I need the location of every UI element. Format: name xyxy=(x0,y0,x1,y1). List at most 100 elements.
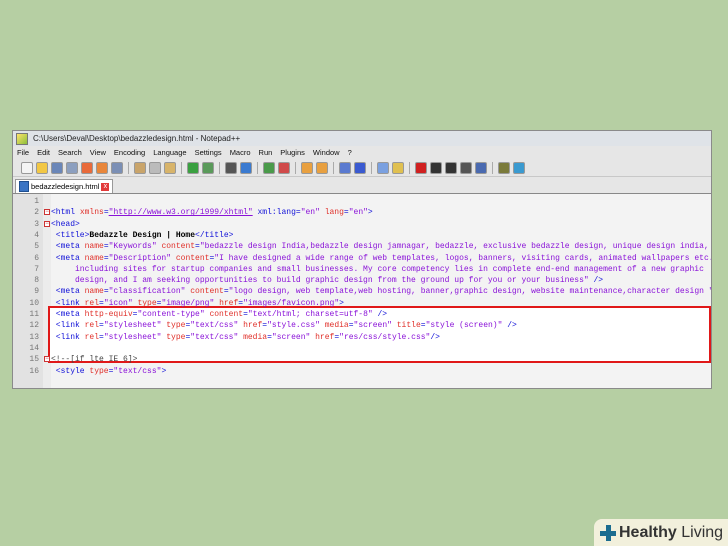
code-line[interactable]: 6 <meta name="Description" content="I ha… xyxy=(13,253,711,264)
app-icon xyxy=(16,132,28,145)
notepadpp-window: C:\Users\Deval\Desktop\bedazzledesign.ht… xyxy=(12,130,712,389)
play-icon[interactable] xyxy=(445,161,457,174)
fold-toggle-icon[interactable]: − xyxy=(44,356,50,363)
toolbar-separator xyxy=(371,161,372,174)
wrap-icon[interactable] xyxy=(339,161,351,174)
code-line[interactable]: 3− <head> xyxy=(13,219,711,230)
token-tag: <html xyxy=(51,208,80,218)
code-text: <meta name="classification" content="log… xyxy=(51,286,711,297)
code-text: <link rel="stylesheet" type="text/css" m… xyxy=(51,332,440,343)
token-tag: <meta xyxy=(51,242,85,252)
logo-bold: Healthy xyxy=(619,523,677,541)
token-tag: <style xyxy=(51,366,90,376)
code-line[interactable]: 7 including sites for startup companies … xyxy=(13,264,711,275)
save-icon[interactable] xyxy=(51,161,63,174)
replace-icon[interactable] xyxy=(240,161,252,174)
print-icon[interactable] xyxy=(111,161,123,174)
launch-browser-icon[interactable] xyxy=(498,161,510,174)
toolbar-separator xyxy=(409,161,410,174)
zoom-out-icon[interactable] xyxy=(278,161,290,174)
code-editor[interactable]: 1 2− <html xmlns="http://www.w3.org/1999/x… xyxy=(13,194,711,388)
code-line[interactable]: 1 xyxy=(13,196,711,207)
copy-icon[interactable] xyxy=(149,161,161,174)
token-txt: Bedazzle Design | Home xyxy=(89,230,196,240)
line-number: 6 xyxy=(34,253,39,263)
paste-icon[interactable] xyxy=(164,161,176,174)
code-line[interactable]: 15− <!--[if lte IE 6]> xyxy=(13,354,711,365)
menu-file[interactable]: File xyxy=(17,148,29,157)
token-val: "images/favicon.png" xyxy=(243,298,340,308)
code-text: design, and I am seeking opportunities t… xyxy=(51,275,603,286)
token-val: "image/png" xyxy=(161,298,215,308)
code-line[interactable]: 4 <title>Bedazzle Design | Home</title> xyxy=(13,230,711,241)
code-line[interactable]: 16 <style type="text/css"> xyxy=(13,366,711,377)
token-tag: /> xyxy=(502,321,517,331)
code-line[interactable]: 5 <meta name="Keywords" content="bedazzl… xyxy=(13,241,711,252)
token-val: "en" xyxy=(300,208,320,218)
indent-guide-icon[interactable] xyxy=(377,161,389,174)
token-attr: lang xyxy=(319,208,344,218)
sync-v-icon[interactable] xyxy=(301,161,313,174)
close-tab-icon[interactable]: x xyxy=(101,182,110,191)
line-number: 12 xyxy=(29,321,39,331)
stop-icon[interactable] xyxy=(430,161,442,174)
record-icon[interactable] xyxy=(415,161,427,174)
token-tag: /> xyxy=(588,276,604,286)
token-val: "screen" xyxy=(353,321,392,331)
fold-toggle-icon[interactable]: − xyxy=(44,220,50,227)
menu-encoding[interactable]: Encoding xyxy=(114,148,145,157)
play-multiple-icon[interactable] xyxy=(460,161,472,174)
tab-bedazzledesign[interactable]: bedazzledesign.html x xyxy=(15,179,114,193)
toolbar-separator xyxy=(295,161,296,174)
zoom-in-icon[interactable] xyxy=(263,161,275,174)
menu-run[interactable]: Run xyxy=(259,148,273,157)
token-val: "Keywords" xyxy=(108,242,157,252)
all-chars-icon[interactable] xyxy=(354,161,366,174)
save-all-icon[interactable] xyxy=(66,161,78,174)
token-attr: http-equiv xyxy=(84,310,133,319)
code-line[interactable]: 12 <link rel="stylesheet" type="text/css… xyxy=(13,320,711,331)
find-icon[interactable] xyxy=(225,161,237,174)
code-line[interactable]: 2− <html xmlns="http://www.w3.org/1999/xh… xyxy=(13,207,711,218)
menu-macro[interactable]: Macro xyxy=(230,148,251,157)
toolbar-separator xyxy=(128,161,129,174)
code-text: <style type="text/css"> xyxy=(51,366,166,377)
code-text: <meta http-equiv="content-type" content=… xyxy=(51,309,387,320)
menu-settings[interactable]: Settings xyxy=(195,148,222,157)
open-icon[interactable] xyxy=(36,161,48,174)
token-attr: href xyxy=(310,332,335,342)
menu-plugins[interactable]: Plugins xyxy=(280,148,305,157)
undo-icon[interactable] xyxy=(187,161,199,174)
menu-window[interactable]: Window xyxy=(313,148,340,157)
token-tag: xml:lang= xyxy=(252,208,301,218)
spellcheck-icon[interactable] xyxy=(513,161,525,174)
fold-toggle-icon[interactable]: − xyxy=(44,209,50,216)
line-number: 8 xyxy=(34,276,39,286)
token-val: "text/html; charset=utf-8" xyxy=(247,310,373,319)
menu-search[interactable]: Search xyxy=(58,148,82,157)
close-icon[interactable] xyxy=(81,161,93,174)
menu-view[interactable]: View xyxy=(90,148,106,157)
code-line[interactable]: 8 design, and I am seeking opportunities… xyxy=(13,275,711,286)
sync-h-icon[interactable] xyxy=(316,161,328,174)
close-all-icon[interactable] xyxy=(96,161,108,174)
menu-edit[interactable]: Edit xyxy=(37,148,50,157)
user-lang-icon[interactable] xyxy=(392,161,404,174)
token-tag: <link xyxy=(51,321,85,331)
code-line[interactable]: 11 <meta http-equiv="content-type" conte… xyxy=(13,309,711,320)
code-line[interactable]: 13 <link rel="stylesheet" type="text/css… xyxy=(13,332,711,343)
code-line[interactable]: 14 xyxy=(13,343,711,354)
token-tag: <meta xyxy=(51,310,85,319)
code-line[interactable]: 10 <link rel="icon" type="image/png" hre… xyxy=(13,298,711,309)
menu-help[interactable]: ? xyxy=(348,148,352,157)
new-file-icon[interactable] xyxy=(21,161,33,174)
menu-language[interactable]: Language xyxy=(153,148,186,157)
cut-icon[interactable] xyxy=(134,161,146,174)
code-text: <head> xyxy=(51,219,80,230)
save-macro-icon[interactable] xyxy=(475,161,487,174)
tab-label: bedazzledesign.html xyxy=(31,182,100,191)
line-number: 5 xyxy=(34,242,39,252)
code-line[interactable]: 9 <meta name="classification" content="l… xyxy=(13,286,711,297)
code-text: <link rel="icon" type="image/png" href="… xyxy=(51,298,344,309)
redo-icon[interactable] xyxy=(202,161,214,174)
